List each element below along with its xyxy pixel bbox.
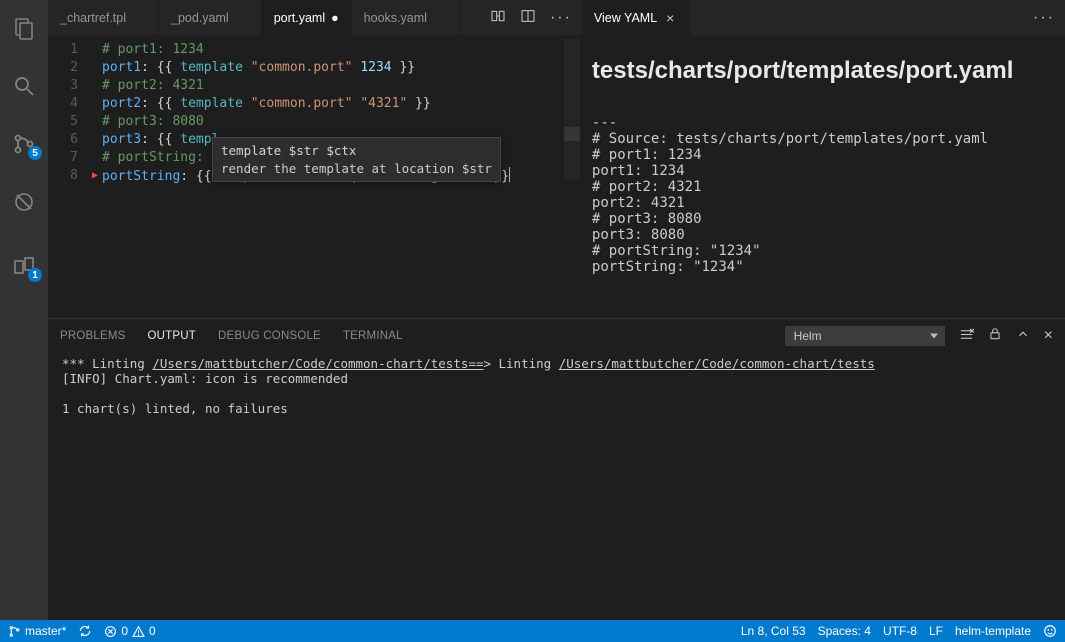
status-position[interactable]: Ln 8, Col 53 <box>741 624 806 638</box>
code-editor[interactable]: 1 2 3 4 5 6 7 8 # port1: 1234 port1: {{ … <box>48 35 582 318</box>
status-spaces[interactable]: Spaces: 4 <box>818 624 871 638</box>
editor-group-left: _chartref.tpl× _pod.yaml× port.yaml● hoo… <box>48 0 582 318</box>
output-channel-select[interactable]: Helm <box>785 326 945 346</box>
status-branch[interactable]: master* <box>8 624 66 638</box>
tab-pod[interactable]: _pod.yaml× <box>159 0 262 35</box>
tab-port[interactable]: port.yaml● <box>262 0 352 35</box>
compare-icon[interactable] <box>490 8 506 27</box>
debug-icon[interactable] <box>0 182 48 222</box>
diff-icon[interactable]: 1 <box>0 246 48 286</box>
more-icon[interactable]: ··· <box>550 9 572 27</box>
minimap[interactable] <box>564 35 580 318</box>
panel-close-icon[interactable]: × <box>1044 327 1053 345</box>
panel-maximize-icon[interactable] <box>1016 327 1030 344</box>
line-gutter: 1 2 3 4 5 6 7 8 <box>48 35 96 318</box>
split-icon[interactable] <box>520 8 536 27</box>
status-sync[interactable] <box>78 624 92 638</box>
status-encoding[interactable]: UTF-8 <box>883 624 917 638</box>
panel-tab-terminal[interactable]: TERMINAL <box>343 330 403 342</box>
preview-content: --- # Source: tests/charts/port/template… <box>592 115 1055 275</box>
scm-badge: 5 <box>28 146 42 160</box>
tab-hooks[interactable]: hooks.yaml× <box>352 0 460 35</box>
output-content[interactable]: *** Linting /Users/mattbutcher/Code/comm… <box>48 352 1065 620</box>
panel-tab-debug[interactable]: DEBUG CONSOLE <box>218 330 321 342</box>
status-feedback-icon[interactable] <box>1043 624 1057 638</box>
status-errors[interactable]: 0 0 <box>104 624 155 638</box>
tab-view-yaml[interactable]: View YAML× <box>582 0 690 35</box>
tab-chartref[interactable]: _chartref.tpl× <box>48 0 159 35</box>
preview-title: tests/charts/port/templates/port.yaml <box>592 57 1055 85</box>
search-icon[interactable] <box>0 66 48 106</box>
panel-tab-output[interactable]: OUTPUT <box>148 330 196 342</box>
activity-bar: 5 1 <box>0 0 48 620</box>
bottom-panel: PROBLEMS OUTPUT DEBUG CONSOLE TERMINAL H… <box>48 318 1065 620</box>
tab-bar-left: _chartref.tpl× _pod.yaml× port.yaml● hoo… <box>48 0 582 35</box>
clear-output-icon[interactable] <box>959 327 974 345</box>
source-control-icon[interactable]: 5 <box>0 124 48 164</box>
more-icon[interactable]: ··· <box>1033 9 1055 27</box>
diff-badge: 1 <box>28 268 42 282</box>
lock-scroll-icon[interactable] <box>988 327 1002 344</box>
editor-group-right: View YAML× ··· tests/charts/port/templat… <box>582 0 1065 318</box>
error-arrow-icon: ▶ <box>90 167 100 185</box>
explorer-icon[interactable] <box>0 8 48 48</box>
text-cursor <box>509 167 510 182</box>
yaml-preview: tests/charts/port/templates/port.yaml --… <box>582 35 1065 318</box>
hover-tooltip: template $str $ctx render the template a… <box>212 137 501 182</box>
panel-tab-problems[interactable]: PROBLEMS <box>60 330 126 342</box>
tab-bar-right: View YAML× ··· <box>582 0 1065 35</box>
status-bar: master* 0 0 Ln 8, Col 53 Spaces: 4 UTF-8… <box>0 620 1065 642</box>
status-language-mode[interactable]: helm-template <box>955 624 1031 638</box>
status-eol[interactable]: LF <box>929 624 943 638</box>
